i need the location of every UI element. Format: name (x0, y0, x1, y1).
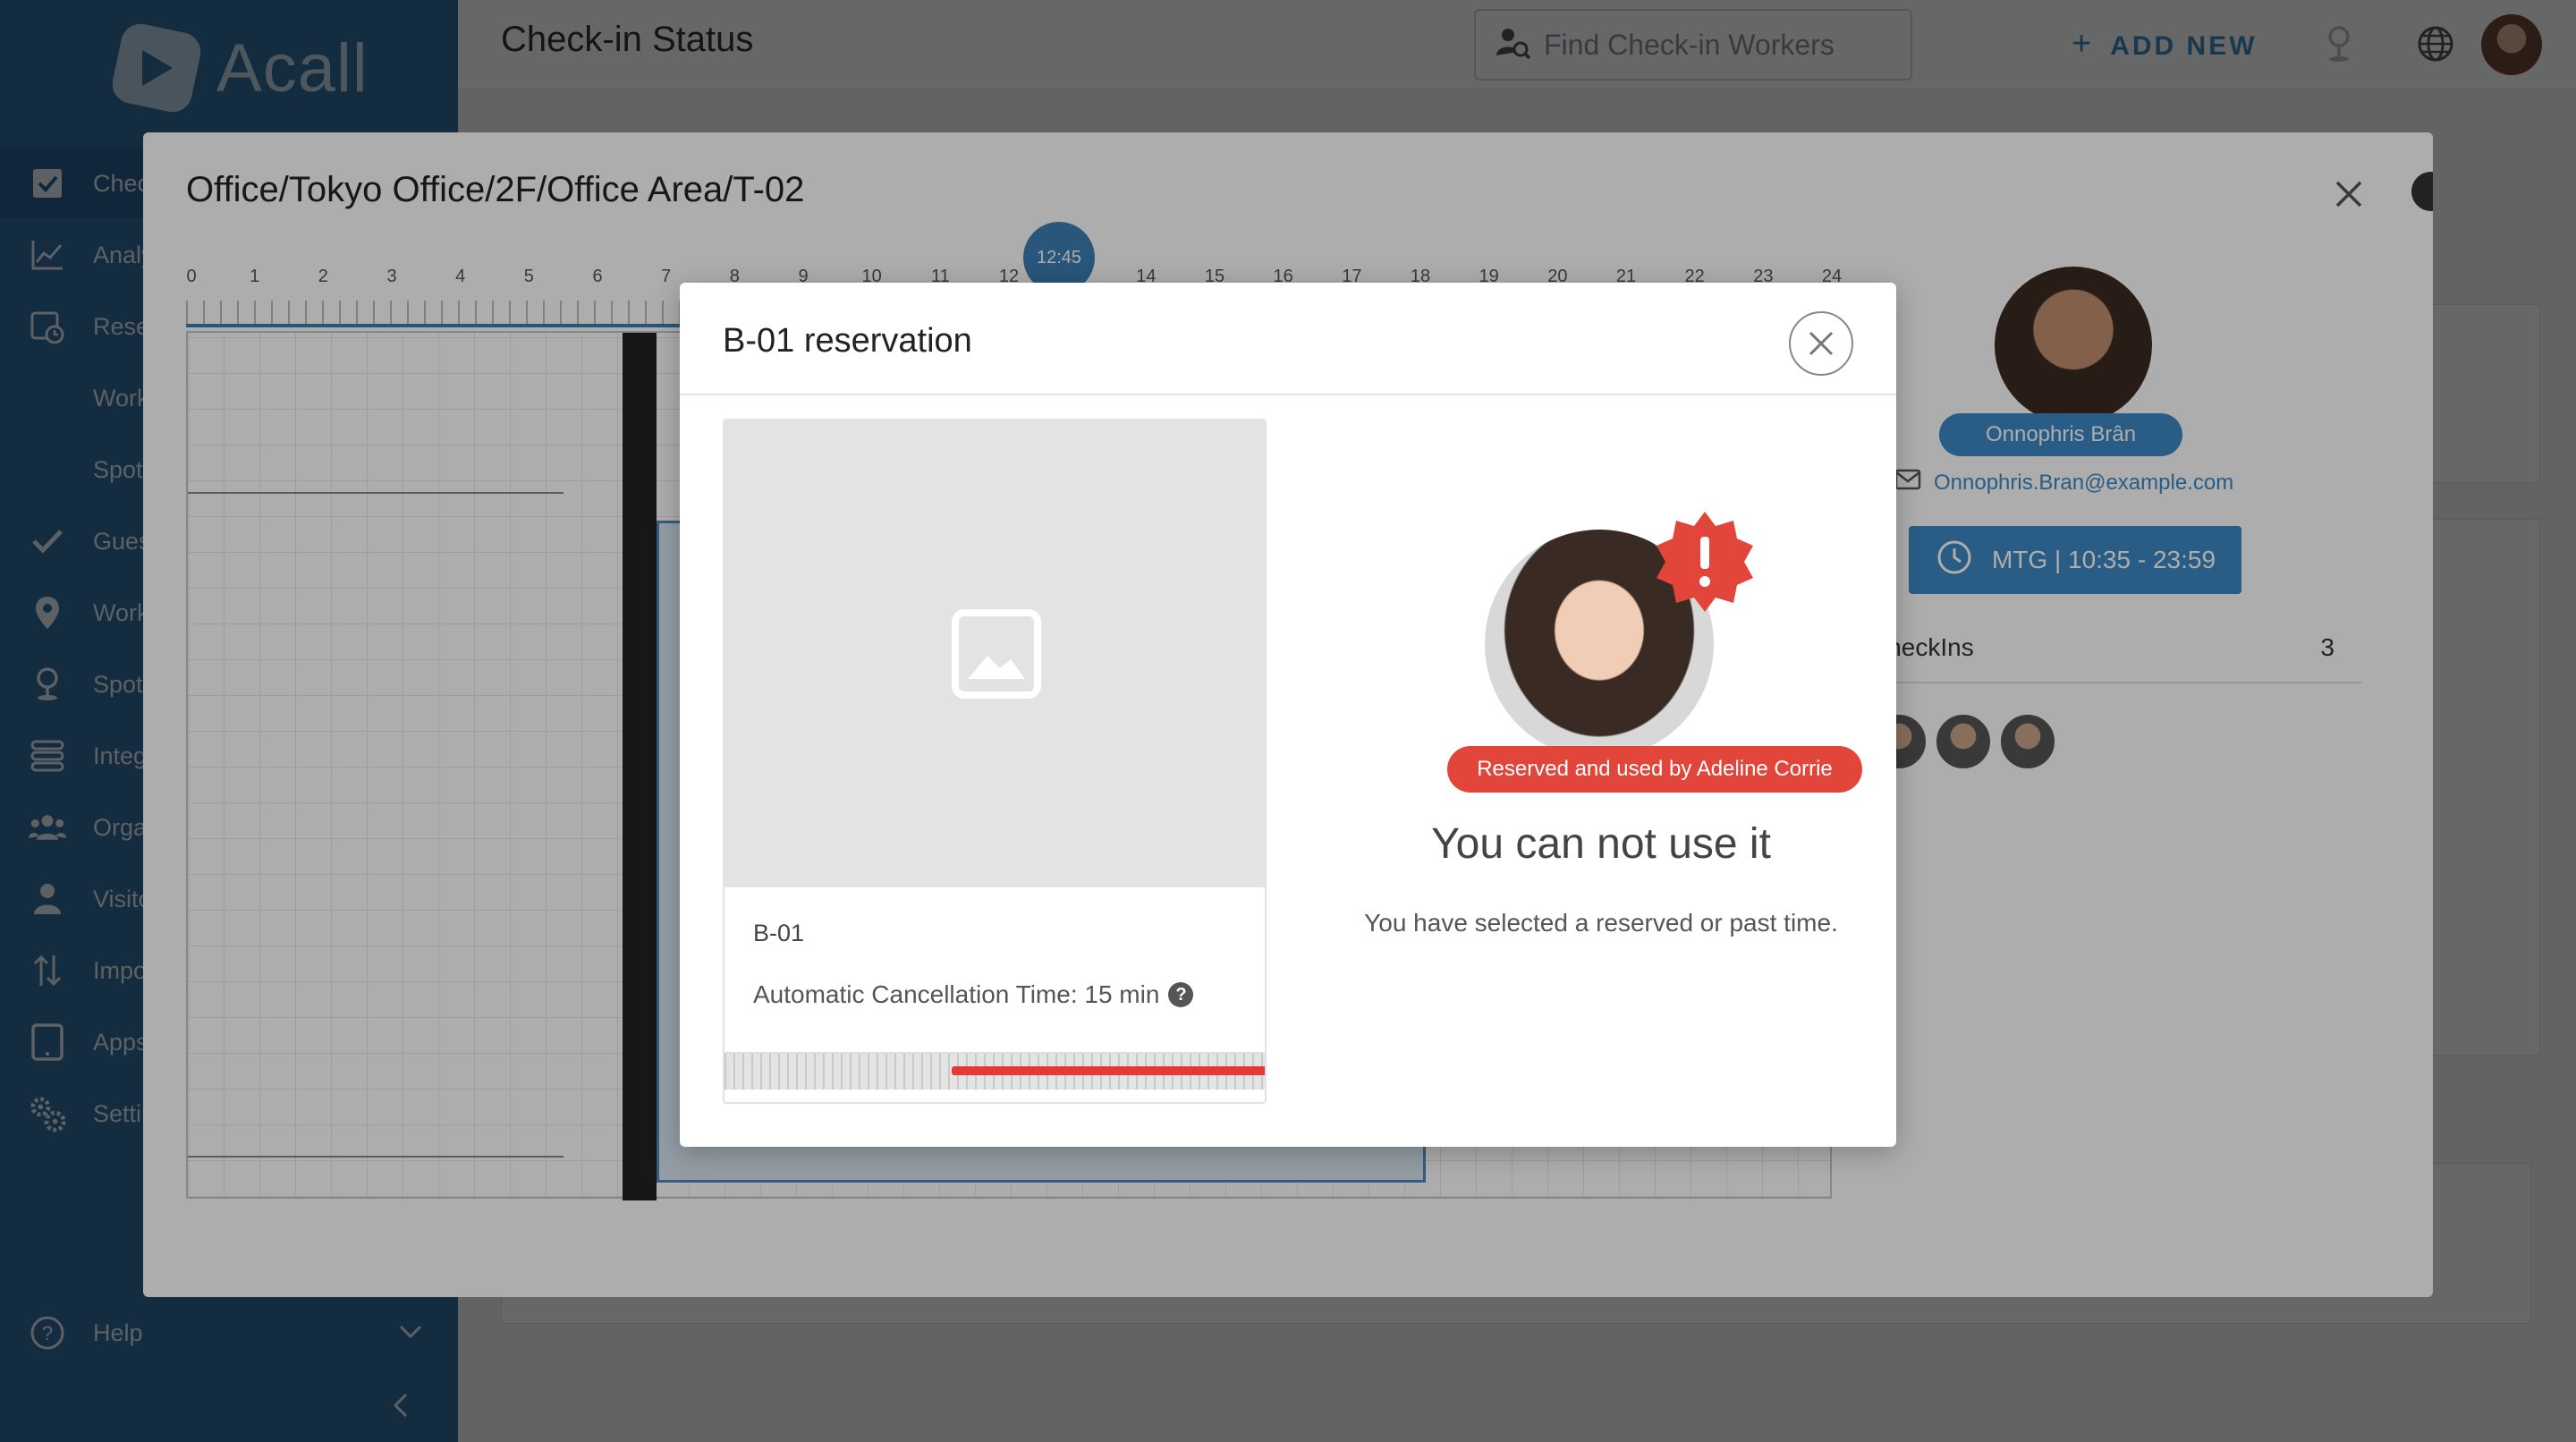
status-title: You can not use it (1431, 820, 1771, 868)
auto-cancellation-label: Automatic Cancellation Time: 15 min (753, 980, 1160, 1008)
alert-badge-icon (1653, 510, 1757, 614)
dialog-close-button[interactable] (1789, 311, 1853, 376)
reservation-dialog: B-01 reservation B-01 Automatic Cancella… (680, 283, 1896, 1147)
status-panel: Reserved and used by Adeline Corrie You … (1288, 419, 1862, 1104)
dialog-header: B-01 reservation (680, 283, 1896, 395)
close-icon (1809, 331, 1834, 356)
question-icon[interactable]: ? (1168, 982, 1194, 1007)
status-description: You have selected a reserved or past tim… (1364, 909, 1838, 937)
reserved-by-badge: Reserved and used by Adeline Corrie (1447, 746, 1862, 793)
reserved-range-bar (952, 1066, 1265, 1075)
spot-card: B-01 Automatic Cancellation Time: 15 min… (723, 419, 1267, 1104)
image-icon (952, 609, 1041, 699)
spot-image-placeholder (724, 420, 1265, 887)
auto-cancellation: Automatic Cancellation Time: 15 min ? (753, 980, 1194, 1009)
spot-name: B-01 (753, 920, 805, 946)
dialog-title: B-01 reservation (723, 322, 972, 360)
spot-timeline[interactable] (724, 1052, 1265, 1090)
